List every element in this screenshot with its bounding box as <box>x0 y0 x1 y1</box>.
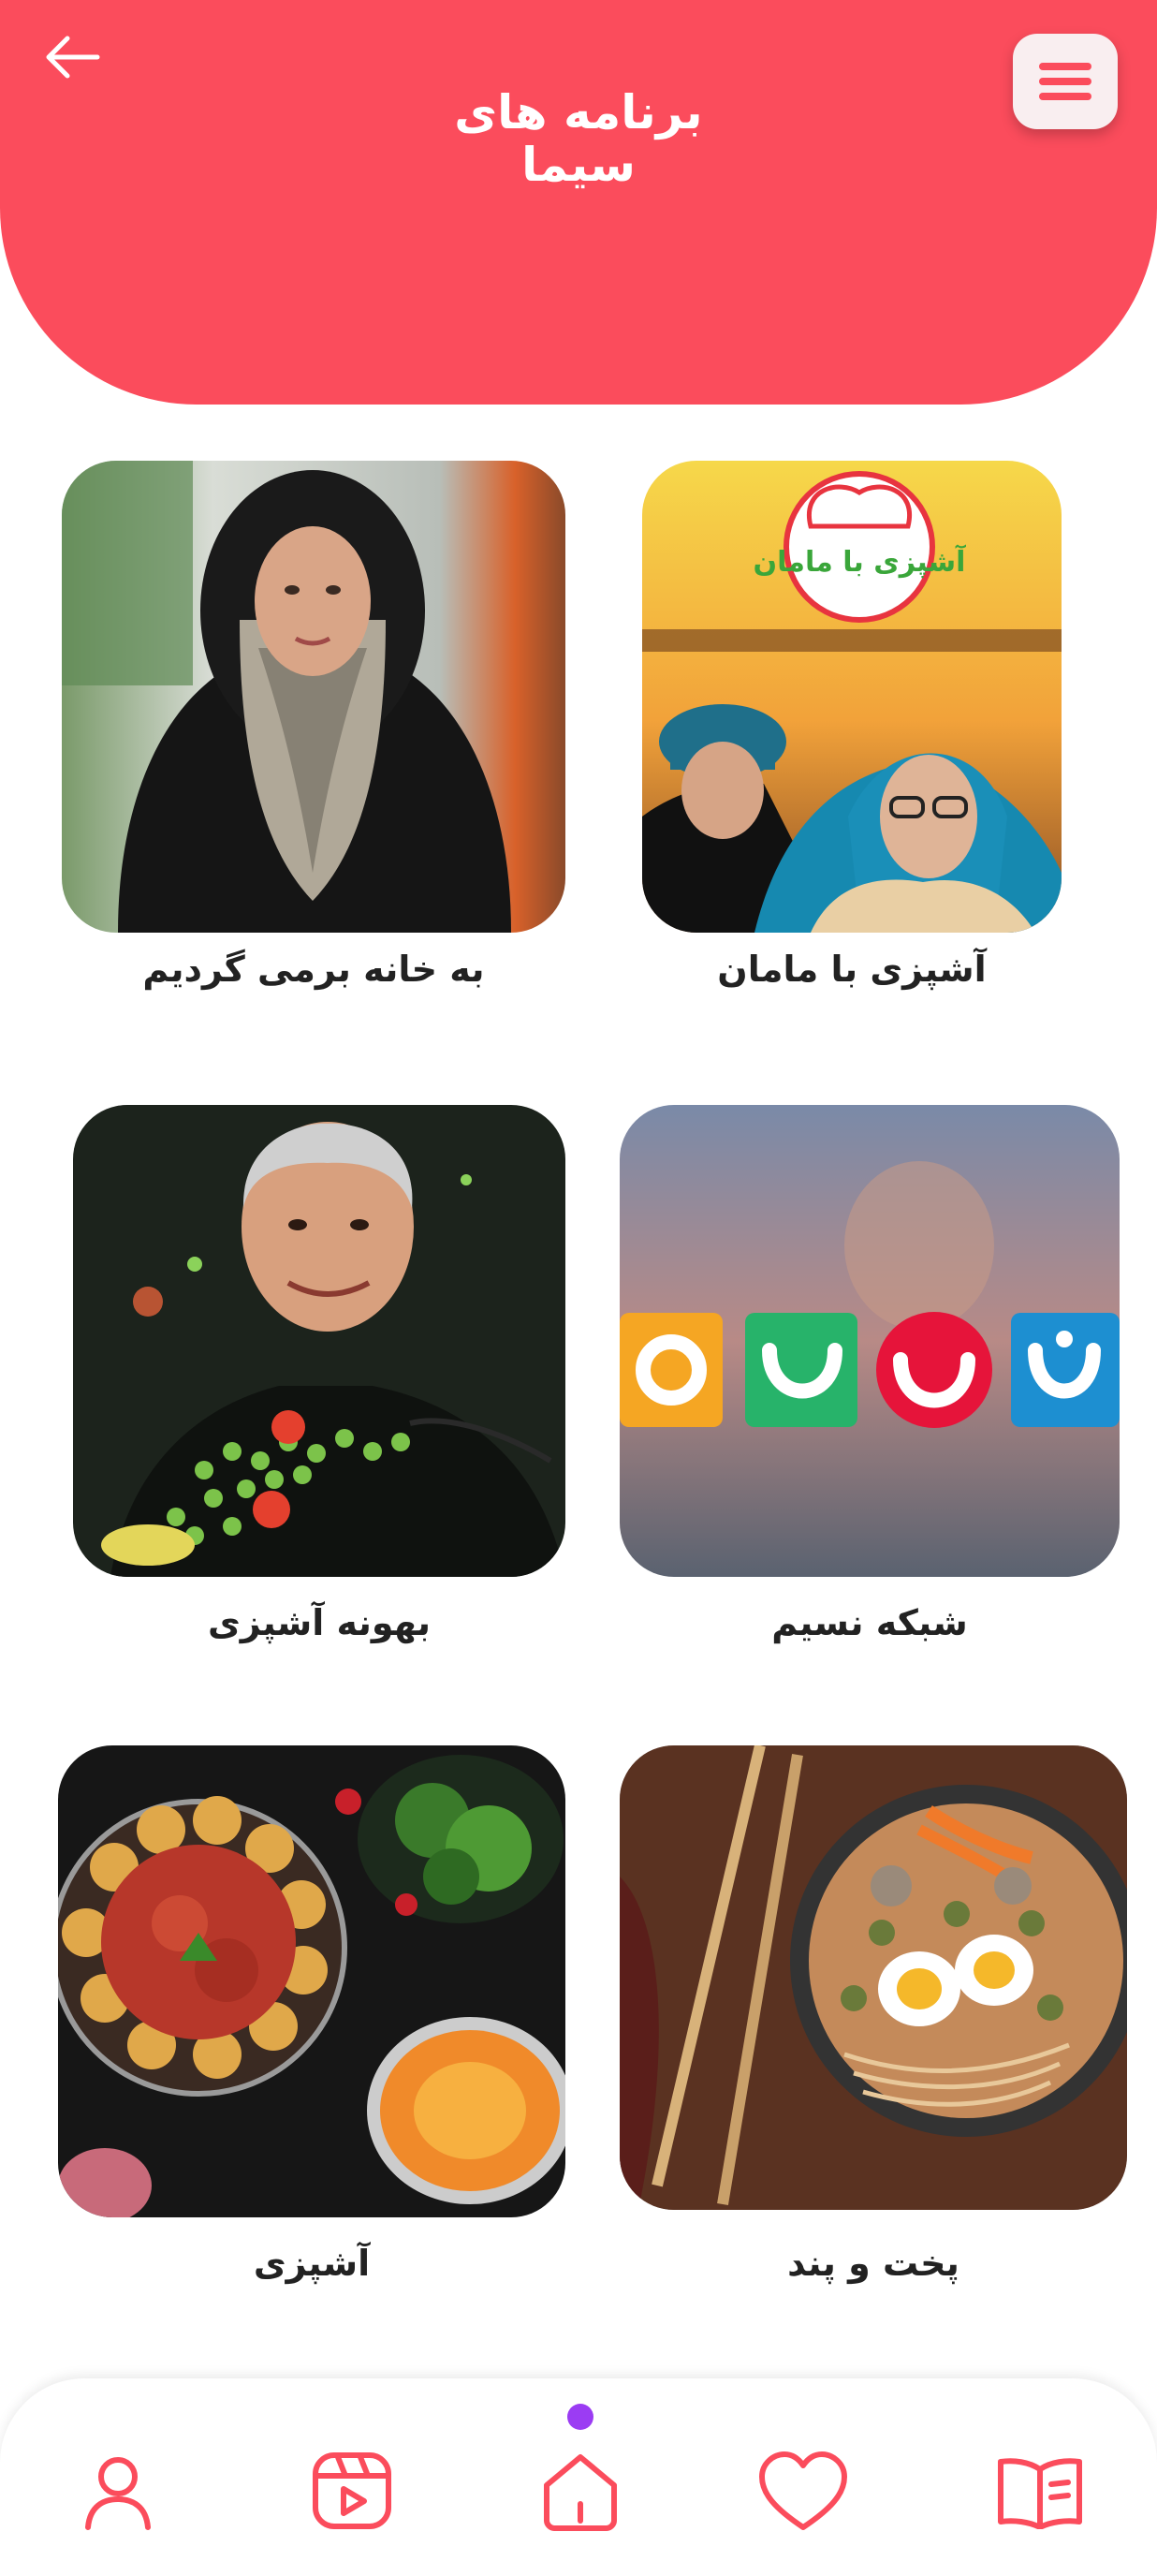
program-thumbnail <box>620 1105 1120 1577</box>
program-card-ashpazi-ba-maman[interactable]: آشپزی با مامان آشپزی با مامان <box>642 461 1062 994</box>
video-play-icon <box>313 2452 391 2529</box>
program-thumbnail <box>58 1745 565 2217</box>
back-button[interactable] <box>34 26 109 88</box>
program-thumbnail <box>73 1105 565 1577</box>
program-card-ashpazi[interactable]: آشپزی <box>58 1745 565 2289</box>
page-title-line1: برنامه های <box>454 85 703 140</box>
home-icon <box>544 2454 617 2531</box>
nav-profile[interactable] <box>66 2440 169 2543</box>
profile-icon <box>85 2457 151 2530</box>
page-title-line2: سیما <box>521 138 636 192</box>
program-title: پخت و پند <box>787 2243 959 2284</box>
program-title: آشپزی با مامان <box>717 949 987 990</box>
program-thumbnail: آشپزی با مامان <box>642 461 1062 933</box>
hamburger-menu-icon <box>1039 63 1091 100</box>
program-thumbnail <box>620 1745 1127 2210</box>
logo-text: آشپزی با مامان <box>754 544 967 579</box>
program-title: به خانه برمی گردیم <box>142 949 485 990</box>
active-indicator <box>567 2404 593 2430</box>
program-title: آشپزی <box>253 2243 371 2284</box>
nav-home[interactable] <box>529 2440 632 2543</box>
page-title: برنامه های سیما <box>391 86 766 191</box>
program-title: شبکه نسیم <box>771 1602 968 1643</box>
menu-button[interactable] <box>1013 34 1118 129</box>
program-card-shabakeh-nasim[interactable]: شبکه نسیم <box>620 1105 1120 1648</box>
program-card-be-khaneh[interactable]: به خانه برمی گردیم <box>62 461 565 994</box>
nav-favorites[interactable] <box>752 2440 855 2543</box>
nav-videos[interactable] <box>300 2440 403 2543</box>
heart-icon <box>759 2451 847 2530</box>
program-title: بهونه آشپزی <box>207 1602 432 1643</box>
program-card-pokht-va-pand[interactable]: پخت و پند <box>620 1745 1127 2289</box>
program-thumbnail <box>62 461 565 933</box>
programs-page: برنامه های سیما به خانه برمی گردیم آشپزی… <box>0 0 1157 2576</box>
program-card-bahooneh-ashpazi[interactable]: بهونه آشپزی <box>73 1105 565 1648</box>
nav-library[interactable] <box>989 2440 1091 2543</box>
book-icon <box>998 2458 1082 2529</box>
arrow-left-icon <box>46 36 100 79</box>
header: برنامه های سیما <box>0 0 1157 405</box>
